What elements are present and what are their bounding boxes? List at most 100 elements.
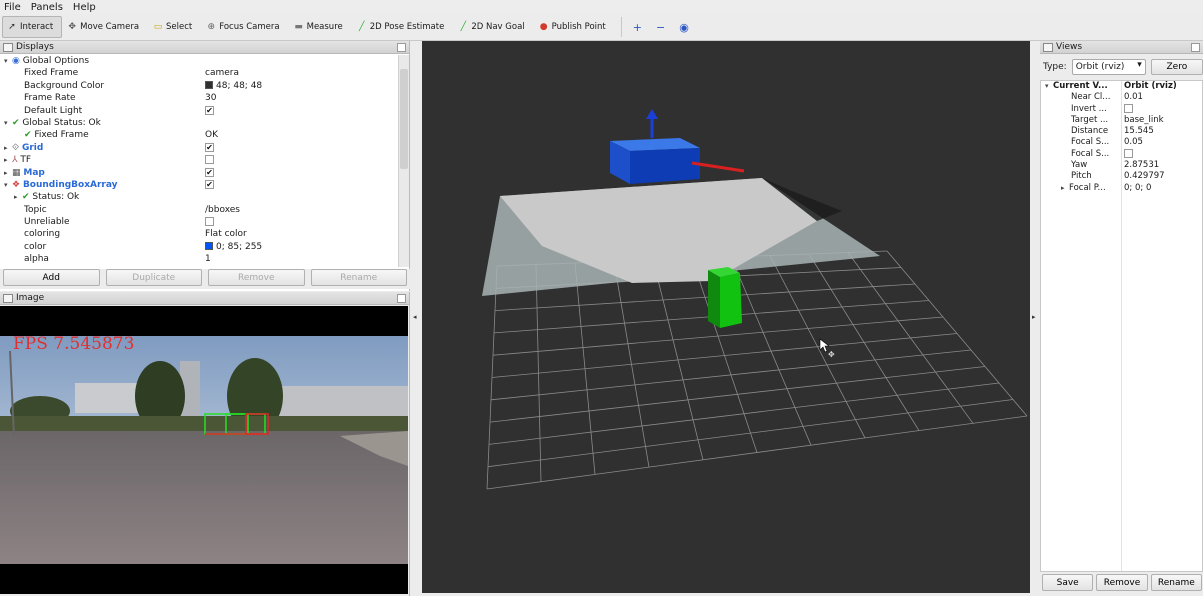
cursor-icon: ➚ <box>8 22 16 32</box>
view-property-value: 15.545 <box>1124 126 1154 137</box>
collapse-right-icon[interactable]: ▸ <box>1032 313 1036 321</box>
expand-arrow-icon[interactable]: ▾ <box>4 117 12 129</box>
checkbox[interactable] <box>1124 148 1133 158</box>
view-property-row[interactable]: ▾ Current V... Orbit (rviz) <box>1041 81 1202 92</box>
checkbox[interactable] <box>1124 103 1133 113</box>
collapse-arrow-icon[interactable]: ▸ <box>4 142 12 154</box>
display-value[interactable] <box>205 216 214 228</box>
tool-move-camera[interactable]: ✥ Move Camera <box>62 16 148 38</box>
display-row[interactable]: alpha 1 <box>0 253 397 265</box>
expand-arrow-icon[interactable]: ▾ <box>4 179 12 191</box>
view-property-row[interactable]: Near Cl... 0.01 <box>1041 92 1202 103</box>
checkbox[interactable]: ✔ <box>205 142 214 152</box>
display-row[interactable]: ▾ ❖ BoundingBoxArray ✔ <box>0 179 397 191</box>
display-name: ▸ ⅄ TF <box>4 154 31 166</box>
expand-arrow-icon[interactable]: ▾ <box>1045 81 1053 92</box>
view-property-label: Current V... <box>1053 81 1108 91</box>
collapse-arrow-icon[interactable]: ▸ <box>14 191 22 203</box>
view-type-select[interactable]: Orbit (rviz) <box>1071 59 1146 75</box>
view-property-row[interactable]: Distance 15.545 <box>1041 126 1202 137</box>
view-property-value-text: 0.429797 <box>1124 171 1165 182</box>
displays-scrollbar[interactable] <box>398 55 409 267</box>
views-remove-button[interactable]: Remove <box>1096 574 1148 591</box>
display-value[interactable]: ✔ <box>205 142 214 154</box>
display-row[interactable]: ▸ ▦ Map ✔ <box>0 167 397 179</box>
checkbox[interactable]: ✔ <box>205 105 214 115</box>
tool-properties-icon[interactable]: ◉ <box>674 16 698 38</box>
scrollbar-thumb[interactable] <box>400 69 408 169</box>
tool-2d-nav-goal[interactable]: ╱ 2D Nav Goal <box>453 16 533 38</box>
display-row[interactable]: Frame Rate 30 <box>0 92 397 104</box>
view-property-label: Target ... <box>1071 114 1109 125</box>
view-property-value: Orbit (rviz) <box>1124 81 1177 92</box>
rename-button[interactable]: Rename <box>310 269 407 286</box>
view-property-row[interactable]: Pitch 0.429797 <box>1041 171 1202 182</box>
views-rename-button[interactable]: Rename <box>1150 574 1202 591</box>
display-row[interactable]: ▸ ✔ Status: Ok <box>0 191 397 203</box>
display-row[interactable]: ▸ ⟐ Grid ✔ <box>0 142 397 154</box>
duplicate-button[interactable]: Duplicate <box>105 269 202 286</box>
tool-measure[interactable]: ▬ Measure <box>289 16 352 38</box>
view-property-name: Pitch <box>1071 171 1092 182</box>
tool-focus-camera[interactable]: ⊕ Focus Camera <box>201 16 288 38</box>
view-property-value[interactable] <box>1124 148 1133 160</box>
display-value[interactable]: ✔ <box>205 167 214 179</box>
collapse-left-icon[interactable]: ◂ <box>413 313 417 321</box>
collapse-arrow-icon[interactable]: ▸ <box>4 154 12 166</box>
undock-button[interactable] <box>397 294 406 303</box>
view-property-row[interactable]: Focal S... <box>1041 148 1202 160</box>
tool-2d-pose-estimate[interactable]: ╱ 2D Pose Estimate <box>352 16 454 38</box>
tool-interact[interactable]: ➚ Interact <box>2 16 63 38</box>
checkbox[interactable]: ✔ <box>205 167 214 177</box>
display-value[interactable]: ✔ <box>205 179 214 191</box>
display-row[interactable]: ▸ ⅄ TF <box>0 154 397 166</box>
display-row[interactable]: ▾ ◉ Global Options <box>0 55 397 67</box>
add-button[interactable]: Add <box>3 269 100 286</box>
display-row[interactable]: color 0; 85; 255 <box>0 241 397 253</box>
remove-button[interactable]: Remove <box>208 269 305 286</box>
display-value-text: camera <box>205 68 239 79</box>
display-row[interactable]: Fixed Frame camera <box>0 67 397 79</box>
display-row[interactable]: Background Color 48; 48; 48 <box>0 80 397 92</box>
view-property-row[interactable]: Invert ... <box>1041 103 1202 115</box>
view-property-row[interactable]: Target ... base_link <box>1041 115 1202 126</box>
display-name: ▾ ❖ BoundingBoxArray <box>4 179 118 191</box>
display-value[interactable] <box>205 154 214 166</box>
undock-button[interactable] <box>1191 43 1200 52</box>
checkbox[interactable] <box>205 217 214 227</box>
checkbox[interactable] <box>205 155 214 165</box>
camera-image: FPS 7.545873 <box>0 306 408 594</box>
display-row[interactable]: coloring Flat color <box>0 228 397 240</box>
remove-tool-icon[interactable]: − <box>651 16 674 38</box>
add-tool-icon[interactable]: + <box>628 16 651 38</box>
right-splitter[interactable]: ▸ <box>1030 41 1040 596</box>
menu-help[interactable]: Help <box>73 2 96 13</box>
display-value[interactable]: ✔ <box>205 105 214 117</box>
menu-panels[interactable]: Panels <box>31 2 63 13</box>
view-property-row[interactable]: Focal S... 0.05 <box>1041 137 1202 148</box>
3d-render-view[interactable]: ✥ <box>422 41 1030 593</box>
view-property-row[interactable]: Yaw 2.87531 <box>1041 160 1202 171</box>
undock-button[interactable] <box>397 43 406 52</box>
3d-scene[interactable]: ✥ <box>422 41 1030 593</box>
display-row[interactable]: Unreliable <box>0 216 397 228</box>
display-name: ▸ ▦ Map <box>4 167 45 179</box>
checkbox[interactable]: ✔ <box>205 179 214 189</box>
display-row[interactable]: Topic/bboxes <box>0 204 397 216</box>
left-splitter[interactable]: ◂ <box>411 41 421 596</box>
view-property-row[interactable]: ▸ Focal P... 0; 0; 0 <box>1041 183 1202 194</box>
tool-select[interactable]: ▭ Select <box>148 16 201 38</box>
view-property-name: Distance <box>1071 126 1108 137</box>
menu-file[interactable]: File <box>4 2 21 13</box>
display-row[interactable]: ▾ ✔ Global Status: Ok <box>0 117 397 129</box>
display-row[interactable]: Default Light ✔ <box>0 105 397 117</box>
tool-publish-point[interactable]: ● Publish Point <box>534 16 615 38</box>
zero-button[interactable]: Zero <box>1150 59 1203 75</box>
display-row[interactable]: ✔ Fixed Frame OK <box>0 129 397 141</box>
view-property-value[interactable] <box>1124 103 1133 115</box>
collapse-arrow-icon[interactable]: ▸ <box>1061 183 1069 194</box>
views-save-button[interactable]: Save <box>1042 574 1094 591</box>
collapse-arrow-icon[interactable]: ▸ <box>4 167 12 179</box>
view-property-name: Target ... <box>1071 115 1108 126</box>
expand-arrow-icon[interactable]: ▾ <box>4 55 12 67</box>
